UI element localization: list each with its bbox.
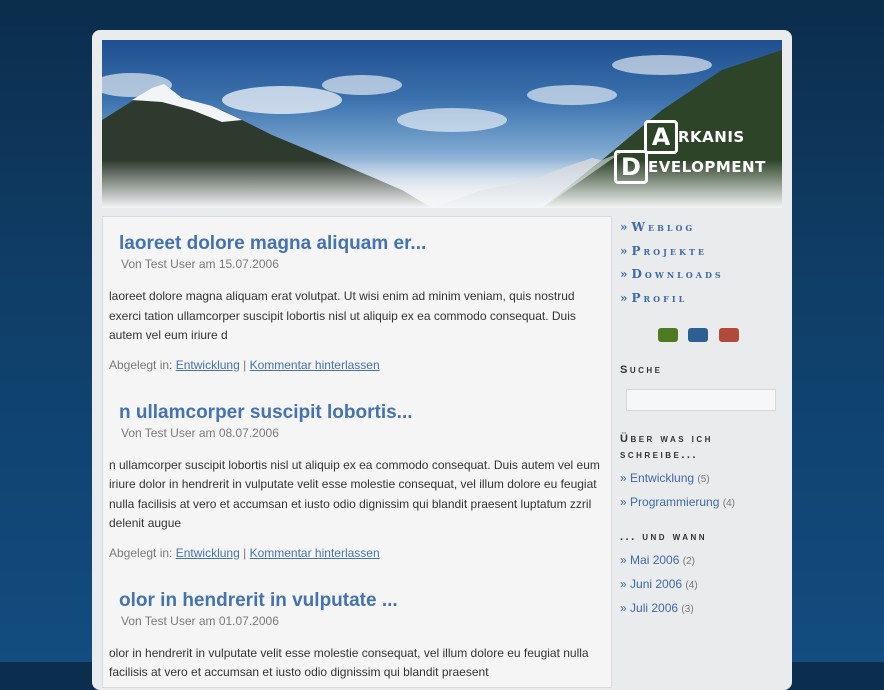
nav-arrow-icon: » [620, 220, 628, 234]
topics-heading-line2: schreibe... [620, 449, 699, 461]
separator: | [243, 357, 247, 372]
nav-arrow-icon: » [620, 553, 627, 567]
nav-item-label: Projekte [631, 243, 708, 258]
nav-arrow-icon: » [620, 243, 628, 258]
comment-link[interactable]: Kommentar hinterlassen [250, 358, 380, 372]
post: laoreet dolore magna aliquam er... Von T… [103, 217, 611, 386]
nav-arrow-icon: » [620, 577, 627, 591]
topics-heading: Über was ich schreibe... [620, 431, 785, 463]
topic-label: Entwicklung [630, 471, 695, 485]
nav-arrow-icon: » [620, 495, 627, 509]
archive-item[interactable]: » Juni 2006 (4) [620, 577, 785, 601]
archive-label: Juni 2006 [630, 577, 683, 591]
main-nav: » Weblog » Projekte » Downloads » Profil [620, 220, 785, 314]
topic-item[interactable]: » Programmierung (4) [620, 495, 785, 519]
nav-item-label: Downloads [631, 267, 724, 281]
logo-letter-d: D [614, 150, 648, 184]
post: olor in hendrerit in vulputate ... Von T… [103, 574, 611, 683]
page-container: A RKANIS D EVELOPMENT laoreet dolore mag… [92, 30, 792, 690]
logo-word-top: RKANIS [678, 128, 745, 146]
header-banner: A RKANIS D EVELOPMENT [102, 40, 782, 208]
main-content: laoreet dolore magna aliquam er... Von T… [102, 216, 612, 688]
post-title-link[interactable]: laoreet dolore magna aliquam er... [109, 217, 605, 255]
nav-item-projekte[interactable]: » Projekte [620, 244, 785, 268]
topic-label: Programmierung [630, 495, 720, 509]
red-theme-button[interactable] [718, 328, 739, 342]
nav-arrow-icon: » [620, 290, 628, 305]
post-title-link[interactable]: n ullamcorper suscipit lobortis... [109, 386, 605, 424]
separator: | [243, 545, 247, 560]
archive-label: Mai 2006 [630, 553, 680, 567]
post-meta: Von Test User am 08.07.2006 [121, 425, 279, 440]
nav-item-weblog[interactable]: » Weblog [620, 220, 785, 244]
post-footer: Abgelegt in: Entwicklung | Kommentar hin… [109, 546, 605, 574]
filed-label: Abgelegt in: [109, 357, 173, 372]
blue-theme-button[interactable] [688, 328, 709, 342]
post-title-link[interactable]: olor in hendrerit in vulputate ... [109, 574, 605, 612]
topic-item[interactable]: » Entwicklung (5) [620, 471, 785, 495]
archive-count: (4) [685, 580, 698, 591]
archive-heading: ... und wann [620, 531, 708, 543]
green-theme-button[interactable] [658, 328, 678, 342]
search-heading: Suche [620, 364, 663, 376]
sidebar: » Weblog » Projekte » Downloads » Profil Suc… [620, 220, 785, 690]
nav-arrow-icon: » [620, 601, 627, 615]
search-input[interactable] [626, 389, 776, 411]
category-link[interactable]: Entwicklung [176, 546, 240, 560]
topic-count: (4) [722, 498, 735, 509]
post: n ullamcorper suscipit lobortis... Von T… [103, 386, 611, 574]
topics-list: » Entwicklung (5) » Programmierung (4) [620, 471, 785, 519]
comment-link[interactable]: Kommentar hinterlassen [250, 546, 380, 560]
post-body: n ullamcorper suscipit lobortis nisl ut … [109, 457, 600, 531]
nav-arrow-icon: » [620, 471, 627, 485]
filed-label: Abgelegt in: [109, 545, 173, 560]
topic-count: (5) [697, 474, 710, 485]
post-meta: Von Test User am 01.07.2006 [121, 613, 279, 628]
nav-item-label: Weblog [631, 220, 696, 234]
archive-list: » Mai 2006 (2) » Juni 2006 (4) » Juli 20… [620, 553, 785, 625]
archive-item[interactable]: » Juli 2006 (3) [620, 601, 785, 625]
theme-switcher [658, 328, 785, 346]
post-body: laoreet dolore magna aliquam erat volutp… [109, 289, 576, 342]
post-meta: Von Test User am 15.07.2006 [121, 257, 279, 271]
topics-heading-line1: Über was ich [620, 433, 713, 445]
logo-word-bottom: EVELOPMENT [648, 158, 766, 176]
archive-count: (3) [681, 604, 694, 615]
nav-item-label: Profil [631, 290, 688, 305]
archive-count: (2) [682, 556, 695, 567]
post-body: olor in hendrerit in vulputate velit ess… [109, 645, 589, 680]
post-footer: Abgelegt in: Entwicklung | Kommentar hin… [109, 358, 605, 386]
category-link[interactable]: Entwicklung [176, 358, 240, 372]
nav-item-downloads[interactable]: » Downloads [620, 267, 785, 291]
site-logo[interactable]: A RKANIS D EVELOPMENT [614, 120, 774, 186]
nav-item-profil[interactable]: » Profil [620, 291, 785, 315]
logo-letter-a: A [644, 120, 678, 154]
archive-label: Juli 2006 [630, 601, 679, 615]
archive-item[interactable]: » Mai 2006 (2) [620, 553, 785, 577]
nav-arrow-icon: » [620, 267, 628, 281]
